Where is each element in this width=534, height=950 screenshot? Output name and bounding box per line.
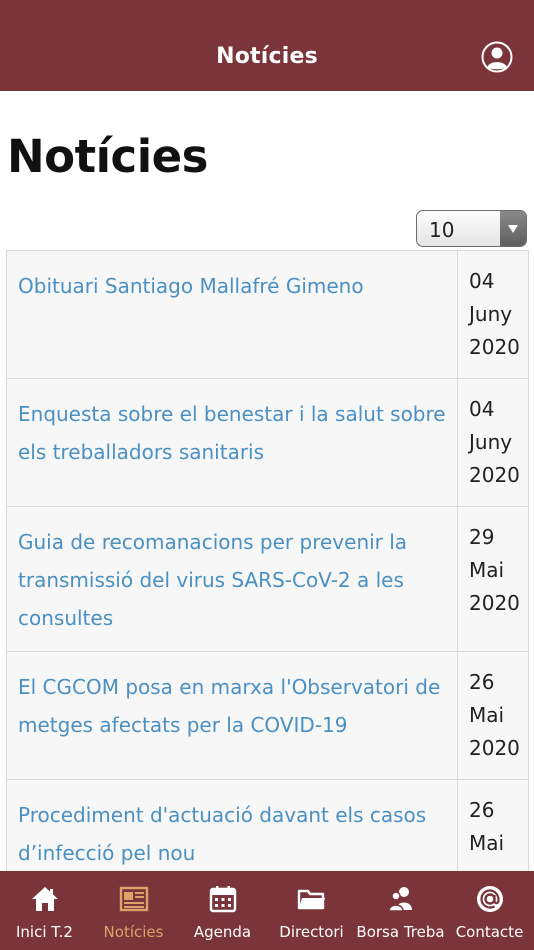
- nav-label: Inici T.2: [16, 923, 73, 941]
- people-icon: [387, 887, 412, 912]
- newspaper-icon: [119, 886, 148, 912]
- nav-item-agenda[interactable]: Agenda: [178, 871, 267, 950]
- at-icon: [476, 886, 503, 912]
- news-day: 26: [469, 798, 495, 822]
- page-title: Notícies: [7, 130, 208, 183]
- table-row[interactable]: Enquesta sobre el benestar i la salut so…: [6, 378, 529, 507]
- nav-item-home[interactable]: Inici T.2: [0, 871, 89, 950]
- news-link[interactable]: Procediment d'actuació davant els casos …: [18, 803, 426, 865]
- news-day: 29: [469, 525, 495, 549]
- news-day: 26: [469, 670, 495, 694]
- news-month: Mai: [469, 703, 505, 727]
- select-arrow: [500, 211, 526, 246]
- news-table: Obituari Santiago Mallafré Gimeno 04 Juny…: [6, 250, 529, 887]
- news-title-cell: Guia de recomanacions per prevenir la tr…: [6, 506, 458, 652]
- nav-label: Agenda: [193, 923, 252, 941]
- nav-item-jobs[interactable]: Borsa Treba: [356, 871, 445, 950]
- news-year: 2020: [469, 335, 520, 359]
- news-month: Mai: [469, 558, 505, 582]
- news-date-cell: 04 Juny 2020: [457, 378, 529, 507]
- page-size-value: 10: [429, 218, 455, 242]
- news-year: 2020: [469, 591, 520, 615]
- folder-icon: [297, 889, 325, 910]
- nav-item-directory[interactable]: Directori: [267, 871, 356, 950]
- news-title-cell: El CGCOM posa en marxa l'Observatori de …: [6, 651, 458, 780]
- news-date-cell: 29 Mai 2020: [457, 506, 529, 652]
- home-icon: [31, 887, 58, 911]
- nav-label: Borsa Treba: [356, 923, 445, 941]
- user-circle-icon[interactable]: [481, 41, 513, 73]
- news-link[interactable]: Obituari Santiago Mallafré Gimeno: [18, 274, 364, 298]
- news-link[interactable]: Enquesta sobre el benestar i la salut so…: [18, 402, 446, 464]
- news-date-cell: 04 Juny 2020: [457, 250, 529, 379]
- nav-label: Directori: [279, 923, 344, 941]
- table-row[interactable]: El CGCOM posa en marxa l'Observatori de …: [6, 651, 529, 780]
- nav-item-news[interactable]: Notícies: [89, 871, 178, 950]
- header-title: Notícies: [216, 44, 318, 69]
- page-size-select[interactable]: 10: [416, 210, 527, 247]
- nav-label: Contacte: [455, 923, 524, 941]
- top-bar: Notícies: [0, 0, 534, 91]
- bottom-nav: Inici T.2 Notícies Agenda Directori Bors…: [0, 871, 534, 950]
- nav-item-contact[interactable]: Contacte: [445, 871, 534, 950]
- nav-label: Notícies: [103, 923, 164, 941]
- calendar-icon: [209, 886, 236, 913]
- table-row[interactable]: Guia de recomanacions per prevenir la tr…: [6, 506, 529, 652]
- news-date-cell: 26 Mai 2020: [457, 651, 529, 780]
- news-title-cell: Enquesta sobre el benestar i la salut so…: [6, 378, 458, 507]
- news-day: 04: [469, 397, 495, 421]
- news-year: 2020: [469, 463, 520, 487]
- news-month: Juny: [469, 302, 513, 326]
- news-link[interactable]: El CGCOM posa en marxa l'Observatori de …: [18, 675, 440, 737]
- chevron-down-icon: [508, 225, 518, 233]
- news-title-cell: Obituari Santiago Mallafré Gimeno: [6, 250, 458, 379]
- news-link[interactable]: Guia de recomanacions per prevenir la tr…: [18, 530, 407, 630]
- news-year: 2020: [469, 736, 520, 760]
- news-month: Juny: [469, 430, 513, 454]
- news-day: 04: [469, 269, 495, 293]
- table-row[interactable]: Obituari Santiago Mallafré Gimeno 04 Juny…: [6, 250, 529, 379]
- news-month: Mai: [469, 831, 505, 855]
